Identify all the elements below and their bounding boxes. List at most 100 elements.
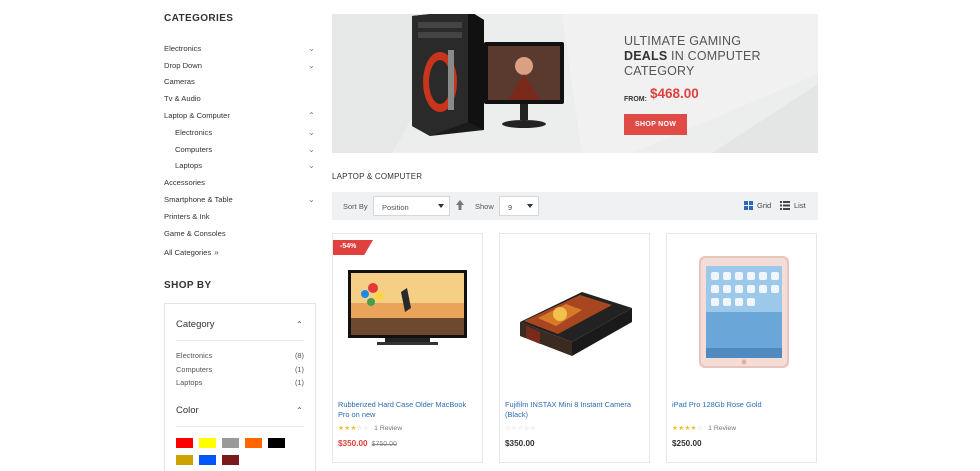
sort-by-value: Position — [382, 203, 409, 212]
banner-highlight: DEALS — [624, 49, 668, 63]
grid-icon — [744, 201, 753, 210]
grid-label: Grid — [757, 201, 772, 210]
all-categories-link[interactable]: All Categories» — [164, 245, 316, 262]
review-count[interactable]: 1 Review — [708, 425, 736, 432]
shop-by-title: SHOP BY — [164, 280, 212, 291]
color-filter-toggle[interactable]: Color ⌃ — [176, 405, 304, 416]
chevron-down-icon[interactable]: ⌄ — [307, 128, 316, 137]
color-swatch[interactable] — [222, 455, 239, 465]
category-item-laptop-computer[interactable]: Laptop & Computer ⌃ — [164, 107, 316, 124]
list-label: List — [794, 201, 806, 210]
product-name[interactable]: iPad Pro 128Gb Rose Gold — [672, 400, 812, 410]
product-name[interactable]: Rubberized Hard Case Older MacBook Pro o… — [338, 400, 478, 420]
category-item-accessories[interactable]: Accessories — [164, 174, 316, 191]
product-card[interactable]: iPad Pro 128Gb Rose Gold ★★★★☆ 1 Review … — [666, 233, 817, 463]
product-rating: ☆☆☆☆☆ — [505, 424, 536, 432]
all-categories-label: All Categories — [164, 248, 212, 258]
category-label: Accessories — [164, 178, 205, 188]
ipad-product-image — [699, 256, 789, 368]
category-item-smartphone-table[interactable]: Smartphone & Table ⌄ — [164, 191, 316, 208]
category-item-electronics[interactable]: Electronics ⌄ — [164, 40, 316, 57]
category-label: Computers — [175, 144, 213, 154]
chevron-down-icon[interactable]: ⌄ — [307, 44, 316, 53]
category-item-printers-ink[interactable]: Printers & Ink — [164, 208, 316, 225]
category-label: Game & Consoles — [164, 228, 226, 238]
color-swatch[interactable] — [245, 438, 262, 448]
divider — [176, 426, 304, 427]
color-swatch[interactable] — [268, 438, 285, 448]
category-label: Smartphone & Table — [164, 195, 233, 205]
chevron-down-icon[interactable]: ⌄ — [307, 195, 316, 204]
category-label: Tv & Audio — [164, 94, 201, 104]
grid-view-toggle[interactable]: Grid — [744, 201, 771, 210]
category-label: Printers & Ink — [164, 211, 210, 221]
category-item-drop-down[interactable]: Drop Down ⌄ — [164, 57, 316, 74]
banner-line-1: ULTIMATE GAMING — [624, 34, 742, 48]
filter-label: Electronics — [176, 351, 213, 360]
banner-price-row: FROM: $468.00 — [624, 86, 761, 104]
shop-now-button[interactable]: SHOP NOW — [624, 114, 688, 135]
color-swatch[interactable] — [176, 455, 193, 465]
color-swatch[interactable] — [222, 438, 239, 448]
show-count-value: 9 — [508, 203, 513, 212]
filter-item-computers[interactable]: Computers (1) — [176, 365, 304, 379]
promo-banner[interactable]: ULTIMATE GAMING DEALS IN COMPUTER CATEGO… — [332, 14, 818, 153]
color-filter-title: Color — [176, 405, 199, 416]
product-card[interactable]: -54% Rubberized Hard Case Older MacBook … — [332, 233, 483, 463]
banner-line-2-rest: IN COMPUTER — [667, 49, 761, 63]
star-rating-icon: ★★★☆☆ — [338, 425, 370, 432]
product-price: $250.00 — [672, 439, 702, 448]
show-count-select[interactable]: 9 — [499, 196, 539, 216]
filter-count: (1) — [294, 378, 304, 388]
product-rating: ★★★☆☆ 1 Review — [338, 424, 402, 433]
divider — [176, 340, 304, 341]
category-list: Electronics ⌄ Drop Down ⌄ Cameras Tv & Aud… — [164, 40, 316, 261]
category-label: Cameras — [164, 77, 195, 87]
subcategory-item-electronics[interactable]: Electronics ⌄ — [164, 124, 316, 141]
tv-product-image — [348, 270, 467, 345]
caret-down-icon — [438, 204, 444, 208]
product-rating: ★★★★☆ 1 Review — [672, 424, 736, 433]
subcategory-item-computers[interactable]: Computers ⌄ — [164, 141, 316, 158]
color-swatch[interactable] — [176, 438, 193, 448]
double-chevron-right-icon: » — [214, 248, 219, 258]
chevron-up-icon: ⌃ — [296, 320, 303, 329]
category-label: Drop Down — [164, 60, 202, 70]
list-icon — [780, 201, 790, 210]
category-filter-toggle[interactable]: Category ⌃ — [176, 319, 304, 330]
star-rating-icon: ★★★★☆ — [672, 425, 704, 432]
caret-down-icon — [527, 204, 533, 208]
review-count[interactable]: 1 Review — [374, 425, 402, 432]
product-price: $350.00 — [505, 439, 535, 448]
sort-by-select[interactable]: Position — [373, 196, 450, 216]
category-item-cameras[interactable]: Cameras — [164, 74, 316, 91]
category-label: Laptop & Computer — [164, 111, 230, 121]
category-filter-title: Category — [176, 319, 215, 330]
old-price: $750.00 — [371, 441, 397, 448]
filter-item-electronics[interactable]: Electronics (8) — [176, 351, 304, 365]
filter-item-laptops[interactable]: Laptops (1) — [176, 378, 304, 392]
chevron-down-icon[interactable]: ⌄ — [307, 61, 316, 70]
product-name[interactable]: Fujifilm INSTAX Mini 8 Instant Camera (B… — [505, 400, 645, 420]
monitor-image — [484, 42, 564, 128]
banner-line-2: DEALS IN COMPUTER — [624, 49, 761, 64]
product-price: $350.00 $750.00 — [338, 439, 397, 448]
category-label: Electronics — [164, 43, 202, 53]
product-card[interactable]: Fujifilm INSTAX Mini 8 Instant Camera (B… — [499, 233, 650, 463]
color-swatch[interactable] — [199, 455, 216, 465]
sort-direction-arrow-icon[interactable] — [456, 199, 464, 211]
chevron-up-icon[interactable]: ⌃ — [307, 111, 316, 120]
chevron-down-icon[interactable]: ⌄ — [307, 145, 316, 154]
chevron-down-icon[interactable]: ⌄ — [307, 161, 316, 170]
category-label: Laptops — [175, 161, 203, 171]
color-swatches — [176, 438, 296, 465]
list-view-toggle[interactable]: List — [780, 201, 806, 210]
color-swatch[interactable] — [199, 438, 216, 448]
category-item-game-consoles[interactable]: Game & Consoles — [164, 225, 316, 242]
categories-title: CATEGORIES — [164, 13, 234, 24]
subcategory-item-laptops[interactable]: Laptops ⌄ — [164, 158, 316, 175]
banner-price: $468.00 — [649, 86, 699, 101]
category-item-tv-audio[interactable]: Tv & Audio — [164, 90, 316, 107]
chevron-up-icon: ⌃ — [296, 406, 303, 415]
filter-count: (1) — [294, 364, 304, 374]
